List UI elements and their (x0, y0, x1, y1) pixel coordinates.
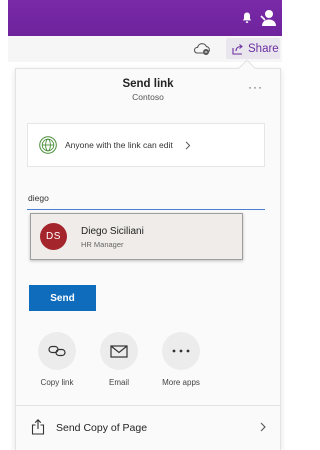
copy-link-button[interactable] (38, 332, 76, 370)
share-button[interactable]: Share (226, 38, 280, 59)
send-copy-label: Send Copy of Page (56, 422, 148, 434)
more-options-button[interactable]: ··· (248, 80, 263, 94)
permission-label: Anyone with the link can edit (65, 140, 173, 150)
suggestion-name: Diego Siciliani (81, 226, 144, 237)
globe-icon (39, 136, 57, 154)
chevron-right-icon (260, 422, 266, 432)
copy-link-label: Copy link (40, 378, 74, 387)
avatar: DS (40, 223, 67, 250)
link-permission-setting[interactable]: Anyone with the link can edit (27, 123, 265, 167)
recipient-input-underline (27, 209, 265, 210)
dialog-subtitle: Contoso (132, 92, 164, 102)
dialog-title: Send link (122, 78, 174, 90)
sync-status-icon[interactable] (193, 42, 211, 56)
envelope-icon (110, 344, 128, 358)
send-button[interactable]: Send (29, 285, 96, 311)
share-button-label: Share (248, 42, 279, 55)
email-label: Email (108, 378, 129, 387)
chevron-right-icon (185, 140, 191, 150)
more-apps-label: More apps (162, 378, 200, 387)
more-icon (172, 349, 190, 353)
send-copy-of-page-row[interactable]: Send Copy of Page (15, 406, 281, 450)
people-suggestion-item[interactable]: DS Diego Siciliani HR Manager (30, 213, 243, 260)
notification-bell-icon[interactable] (242, 12, 252, 24)
recipient-input[interactable]: diego (28, 193, 49, 203)
suggestion-role: HR Manager (81, 240, 124, 249)
email-button[interactable] (100, 332, 138, 370)
link-icon (48, 345, 66, 357)
share-upload-icon (31, 419, 45, 435)
account-manager-icon[interactable] (260, 9, 276, 27)
more-apps-button[interactable] (162, 332, 200, 370)
app-top-bar (8, 0, 282, 36)
share-icon (232, 43, 243, 55)
